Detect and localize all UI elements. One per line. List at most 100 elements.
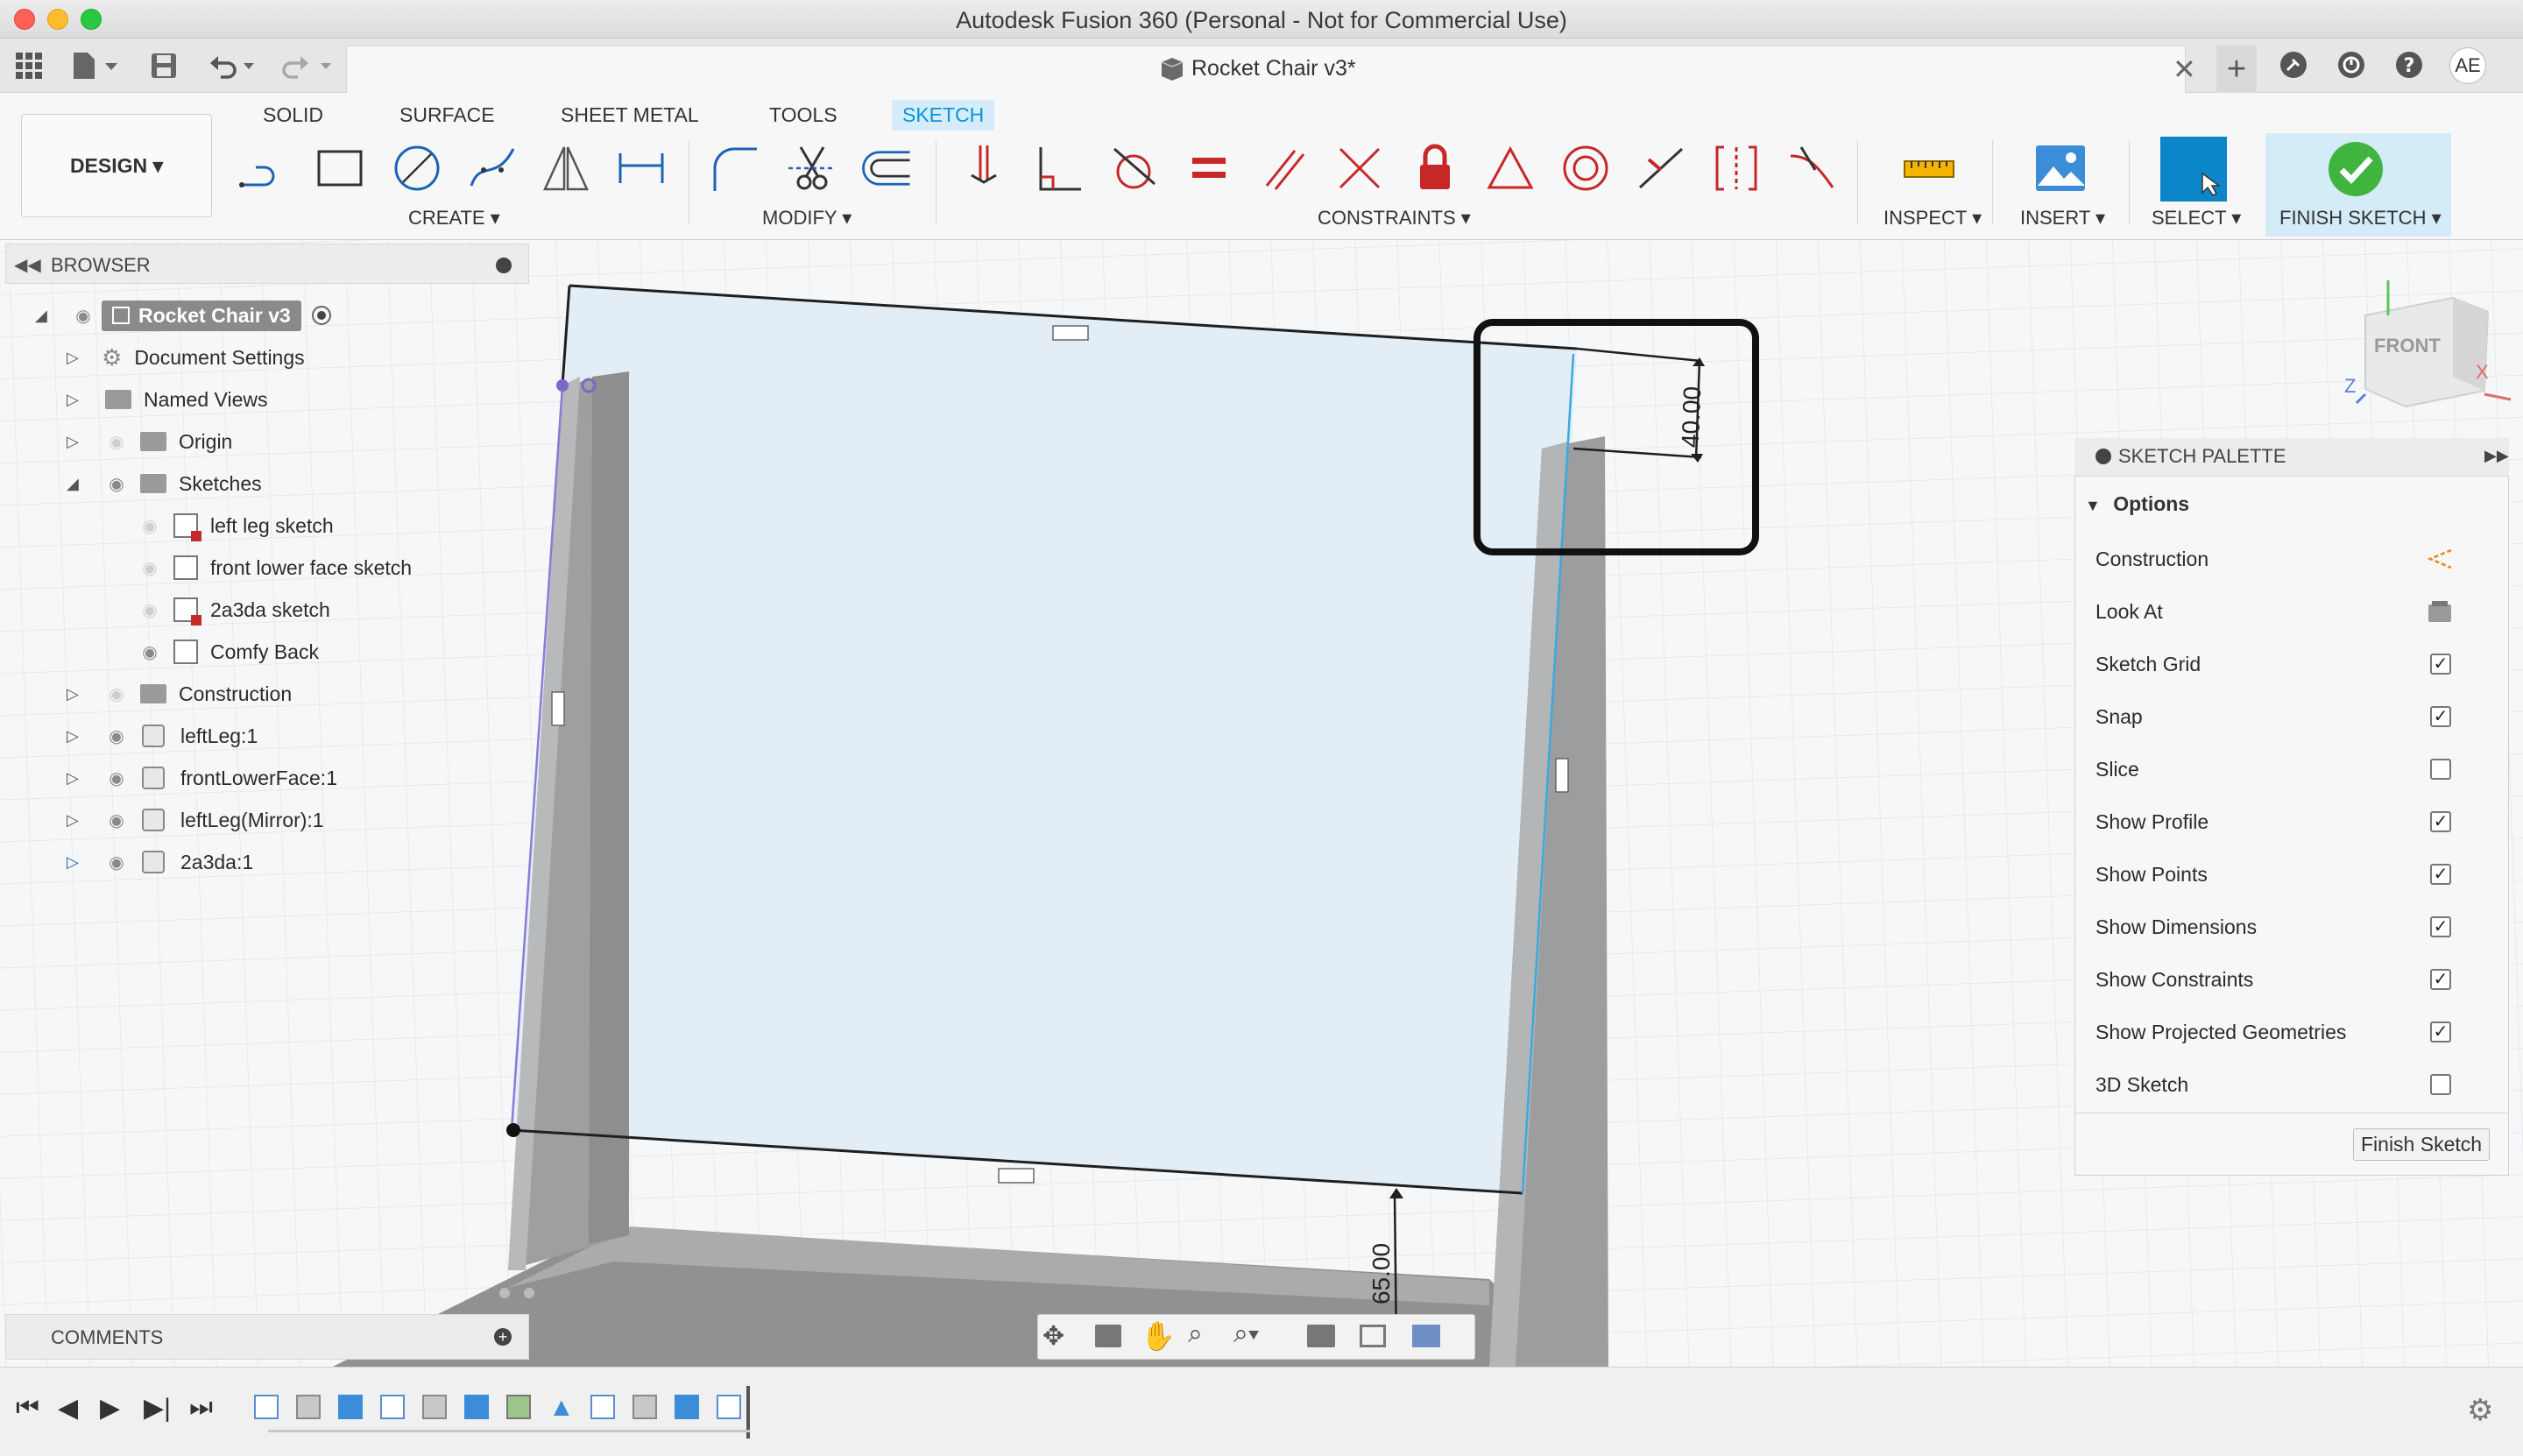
sketch-grid-checkbox[interactable]: ✓	[2430, 654, 2451, 675]
tangent-constraint-icon[interactable]	[1106, 140, 1162, 196]
curvature-constraint-icon[interactable]	[1784, 140, 1840, 196]
browser-item-left-leg-sketch[interactable]: ◉ left leg sketch	[137, 505, 334, 547]
tab-sketch[interactable]: SKETCH	[892, 100, 995, 131]
browser-item-2a3da-1[interactable]: ▷ ◉ 2a3da:1	[67, 841, 253, 883]
timeline-next-icon[interactable]: ▶|	[144, 1393, 171, 1424]
palette-option-3d-sketch[interactable]: 3D Sketch	[2095, 1058, 2507, 1111]
timeline-previous-icon[interactable]: ◀	[58, 1393, 78, 1424]
line-tool-icon[interactable]	[235, 140, 291, 196]
tab-solid[interactable]: SOLID	[252, 100, 334, 131]
expand-toggle-icon[interactable]: ▷	[67, 853, 84, 872]
constraints-menu[interactable]: CONSTRAINTS ▾	[1318, 207, 1471, 230]
help-icon[interactable]: ?	[2393, 49, 2425, 85]
palette-option-show-profile[interactable]: Show Profile ✓	[2095, 795, 2507, 848]
show-dimensions-checkbox[interactable]: ✓	[2430, 916, 2451, 937]
create-menu[interactable]: CREATE ▾	[408, 207, 500, 230]
concentric-constraint-icon[interactable]	[1558, 140, 1614, 196]
tab-tools[interactable]: TOOLS	[759, 100, 848, 131]
mirror-tool-icon[interactable]	[538, 140, 594, 196]
fix-constraint-icon[interactable]	[1407, 140, 1463, 196]
timeline-sketch-feature-icon[interactable]	[254, 1395, 279, 1419]
grid-settings-icon[interactable]	[1360, 1325, 1386, 1347]
save-icon[interactable]	[149, 51, 179, 85]
browser-item-leftleg-mirror-1[interactable]: ▷ ◉ leftLeg(Mirror):1	[67, 799, 324, 841]
timeline-settings-gear-icon[interactable]: ⚙	[2467, 1393, 2493, 1428]
user-avatar[interactable]: AE	[2449, 47, 2486, 84]
activate-radio-icon[interactable]	[311, 306, 331, 325]
timeline-mirror-feature-icon[interactable]: ▲	[548, 1393, 575, 1423]
browser-root-row[interactable]: ◢ ◉ Rocket Chair v3	[35, 294, 331, 336]
palette-option-construction[interactable]: Construction	[2095, 533, 2507, 585]
visibility-eye-icon[interactable]: ◉	[103, 767, 130, 789]
browser-item-document-settings[interactable]: ▷ ⚙ Document Settings	[67, 336, 305, 378]
timeline-body-feature-icon[interactable]	[422, 1395, 447, 1419]
parallel-constraint-icon[interactable]	[1256, 140, 1312, 196]
zoom-icon[interactable]: ⌕	[1188, 1319, 1203, 1349]
tab-surface[interactable]: SURFACE	[389, 100, 505, 131]
trim-tool-icon[interactable]	[783, 140, 839, 196]
midpoint-constraint-icon[interactable]	[1633, 140, 1689, 196]
insert-menu[interactable]: INSERT ▾	[2020, 207, 2105, 230]
offset-tool-icon[interactable]	[859, 140, 915, 196]
select-menu[interactable]: SELECT ▾	[2152, 207, 2241, 230]
timeline-last-icon[interactable]: ⏭	[189, 1393, 213, 1423]
show-constraints-checkbox[interactable]: ✓	[2430, 969, 2451, 990]
coincident-constraint-icon[interactable]	[955, 140, 1011, 196]
look-at-icon[interactable]	[2427, 599, 2453, 629]
fillet-tool-icon[interactable]	[706, 140, 762, 196]
close-tab-icon[interactable]: ✕	[2173, 53, 2196, 86]
slice-checkbox[interactable]	[2430, 759, 2451, 780]
show-profile-checkbox[interactable]: ✓	[2430, 811, 2451, 832]
browser-item-leftleg-1[interactable]: ▷ ◉ leftLeg:1	[67, 715, 258, 757]
redo-icon[interactable]	[277, 51, 338, 85]
zoom-window-icon[interactable]: ⌕▾	[1233, 1319, 1259, 1349]
browser-item-comfy-back[interactable]: ◉ Comfy Back	[137, 631, 319, 673]
expand-toggle-icon[interactable]: ◢	[35, 307, 53, 325]
browser-item-origin[interactable]: ▷ ◉ Origin	[67, 421, 232, 463]
palette-option-show-dimensions[interactable]: Show Dimensions ✓	[2095, 901, 2507, 953]
browser-item-2a3da-sketch[interactable]: ◉ 2a3da sketch	[137, 589, 330, 631]
inspect-menu[interactable]: INSPECT ▾	[1883, 207, 1982, 230]
palette-option-show-constraints[interactable]: Show Constraints ✓	[2095, 953, 2507, 1006]
timeline-play-icon[interactable]: ▶	[100, 1393, 120, 1424]
hidden-eye-icon[interactable]: ◉	[137, 557, 163, 579]
palette-option-slice[interactable]: Slice	[2095, 743, 2507, 795]
timeline-extrude-feature-icon[interactable]	[338, 1395, 363, 1419]
workspace-switcher-button[interactable]: DESIGN ▾	[21, 114, 212, 217]
perpendicular-constraint-icon[interactable]	[1030, 140, 1086, 196]
browser-item-frontlowerface-1[interactable]: ▷ ◉ frontLowerFace:1	[67, 757, 337, 799]
rectangle-tool-icon[interactable]	[312, 140, 368, 196]
add-comment-icon[interactable]: +	[494, 1328, 512, 1346]
data-panel-grid-icon[interactable]	[14, 51, 44, 88]
expand-toggle-icon[interactable]: ▷	[67, 391, 84, 409]
expand-toggle-icon[interactable]: ▷	[67, 727, 84, 746]
palette-option-snap[interactable]: Snap ✓	[2095, 690, 2507, 743]
visibility-eye-icon[interactable]: ◉	[103, 725, 130, 747]
timeline-body-feature-icon[interactable]	[296, 1395, 321, 1419]
expand-toggle-icon[interactable]: ▷	[67, 811, 84, 830]
display-settings-icon[interactable]	[1307, 1325, 1335, 1347]
timeline-sketch-feature-icon[interactable]	[590, 1395, 615, 1419]
hidden-eye-icon[interactable]: ◉	[137, 515, 163, 537]
browser-item-named-views[interactable]: ▷ Named Views	[67, 378, 267, 421]
collapse-toggle-icon[interactable]: ◢	[67, 475, 84, 493]
hidden-eye-icon[interactable]: ◉	[103, 683, 130, 705]
palette-option-show-points[interactable]: Show Points ✓	[2095, 848, 2507, 901]
options-section-header[interactable]: ▼ Options	[2085, 492, 2189, 516]
hidden-eye-icon[interactable]: ◉	[103, 431, 130, 453]
timeline-sketch-feature-icon[interactable]	[717, 1395, 741, 1419]
collinear-constraint-icon[interactable]	[1332, 140, 1388, 196]
spline-tool-icon[interactable]	[464, 140, 520, 196]
section-collapse-icon[interactable]: ▼	[2085, 497, 2101, 514]
root-component-label[interactable]: Rocket Chair v3	[102, 300, 301, 331]
expand-toggle-icon[interactable]: ▷	[67, 349, 84, 367]
browser-item-front-lower-face-sketch[interactable]: ◉ front lower face sketch	[137, 547, 412, 589]
extensions-icon[interactable]	[2278, 49, 2309, 85]
select-tool-icon[interactable]	[2160, 137, 2227, 201]
timeline-extrude-feature-icon[interactable]	[675, 1395, 699, 1419]
timeline-extrude-feature-icon[interactable]	[464, 1395, 489, 1419]
file-menu-icon[interactable]	[70, 51, 123, 85]
circle-tool-icon[interactable]	[389, 140, 445, 196]
browser-minimize-icon[interactable]	[496, 258, 512, 273]
palette-expand-icon[interactable]: ▶▶	[2484, 447, 2509, 465]
